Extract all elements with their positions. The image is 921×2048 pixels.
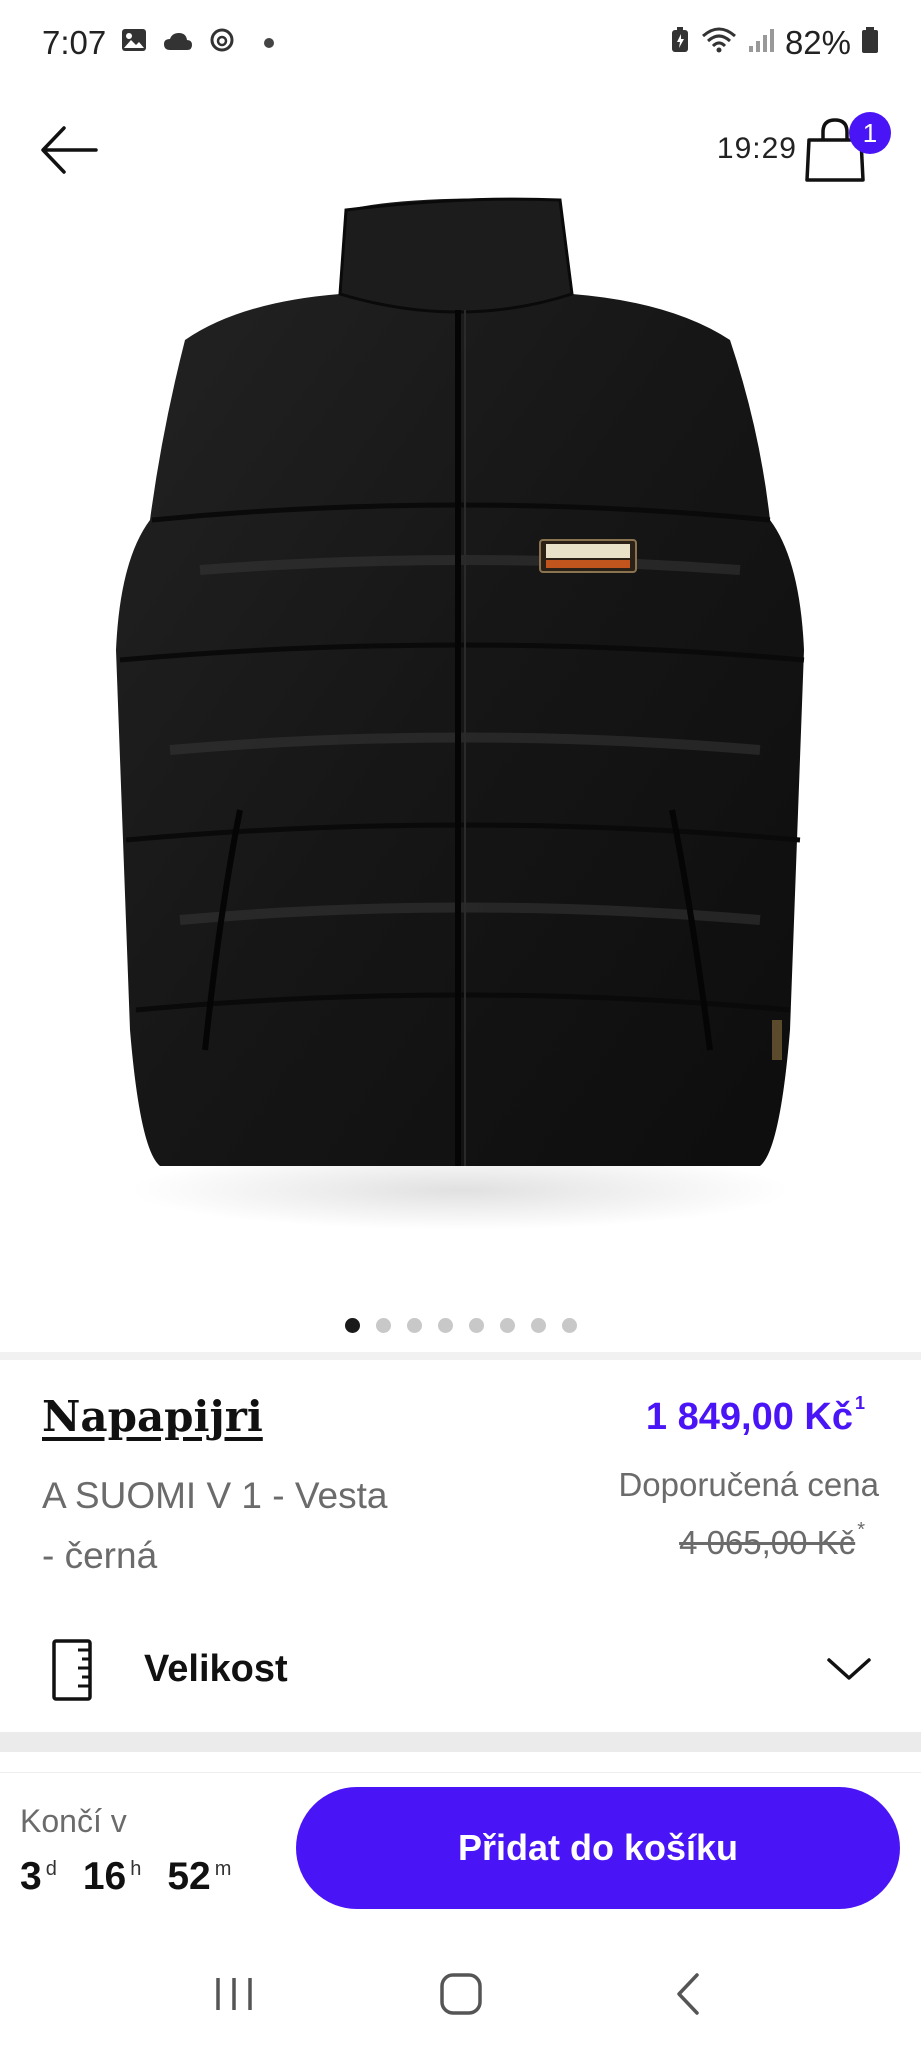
session-timer: 19:29: [716, 132, 797, 165]
image-carousel-dots: [0, 1318, 921, 1333]
recent-apps-button[interactable]: [194, 1959, 274, 2029]
chevron-down-icon: [827, 1658, 871, 1680]
carousel-dot[interactable]: [344, 1318, 360, 1333]
size-selector[interactable]: Velikost: [0, 1614, 921, 1724]
carousel-dot[interactable]: [499, 1318, 515, 1333]
battery-saver-icon: [669, 24, 691, 62]
countdown-days: 3d: [20, 1855, 57, 1899]
countdown-hours: 16 h: [83, 1855, 142, 1899]
home-icon: [439, 1973, 482, 2015]
system-back-button[interactable]: [648, 1959, 728, 2029]
status-time: 7:07: [42, 24, 107, 61]
arrow-left-icon: [41, 126, 98, 174]
days-value: 3: [20, 1855, 42, 1898]
divider: [0, 1352, 921, 1360]
hours-suffix: h: [130, 1858, 142, 1880]
minutes-suffix: m: [214, 1858, 232, 1880]
rrp-label: Doporučená cena: [618, 1466, 879, 1503]
minutes-value: 52: [167, 1855, 211, 1898]
status-left: 7:07: [42, 24, 275, 62]
battery-percent: 82%: [784, 24, 851, 61]
home-button[interactable]: [421, 1959, 501, 2029]
ruler-icon: [52, 1639, 92, 1701]
brand-link[interactable]: Napapijri: [42, 1392, 263, 1441]
countdown: 3d 16 h 52 m: [20, 1855, 231, 1899]
rrp-price: 4 065,00 Kč *: [679, 1519, 865, 1562]
rrp-footnote: *: [857, 1519, 865, 1541]
price-value: 1 849,00 Kč: [645, 1396, 853, 1438]
section-divider: [0, 1732, 921, 1752]
carousel-dot[interactable]: [437, 1318, 453, 1333]
countdown-minutes: 52 m: [167, 1855, 231, 1899]
back-button[interactable]: [38, 122, 102, 178]
bottom-action-bar: Končí v 3d 16 h 52 m Přidat do košíku: [0, 1772, 921, 1932]
threads-icon: [208, 24, 236, 62]
carousel-dot[interactable]: [468, 1318, 484, 1333]
add-to-cart-button[interactable]: Přidat do košíku: [296, 1787, 900, 1909]
product-name: A SUOMI V 1 - Vesta - černá: [42, 1475, 388, 1576]
recent-apps-icon: [215, 1978, 252, 2010]
carousel-dot[interactable]: [406, 1318, 422, 1333]
sale-price: 1 849,00 Kč 1: [645, 1393, 865, 1439]
cloud-icon: [162, 24, 194, 62]
carousel-dot[interactable]: [375, 1318, 391, 1333]
black-puffer-vest-image: [116, 197, 805, 1230]
carousel-dot[interactable]: [561, 1318, 577, 1333]
size-label: Velikost: [144, 1648, 288, 1690]
carousel-dot[interactable]: [530, 1318, 546, 1333]
days-suffix: d: [45, 1858, 57, 1880]
image-icon: [120, 24, 148, 62]
system-nav-bar: [0, 1940, 921, 2048]
status-bar: 7:07 82%: [0, 0, 921, 86]
signal-icon: [747, 24, 775, 62]
ends-in-label: Končí v: [20, 1803, 127, 1839]
notification-dot: [264, 38, 275, 48]
wifi-icon: [701, 24, 737, 62]
battery-icon: [861, 24, 879, 62]
rrp-value: 4 065,00 Kč: [679, 1524, 856, 1561]
status-right: 82%: [669, 24, 879, 62]
cart-count-badge: 1: [849, 112, 891, 154]
price-footnote: 1: [854, 1393, 865, 1414]
product-image[interactable]: [0, 190, 921, 1300]
hours-value: 16: [82, 1855, 127, 1898]
chevron-left-icon: [676, 1973, 699, 2015]
